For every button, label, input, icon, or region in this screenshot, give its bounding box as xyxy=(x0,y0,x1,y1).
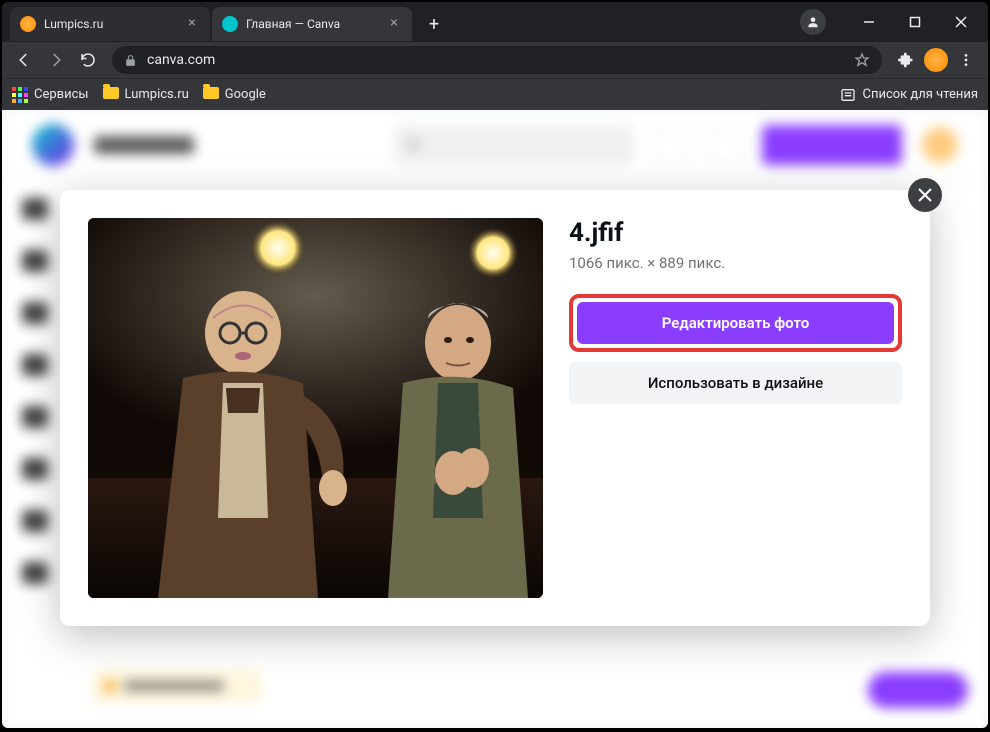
bookmark-label: Google xyxy=(225,87,266,102)
bookmark-label: Сервисы xyxy=(34,87,89,102)
address-bar: canva.com xyxy=(2,42,988,78)
profile-avatar[interactable] xyxy=(924,48,948,72)
extensions-button[interactable] xyxy=(892,46,920,74)
canva-logo xyxy=(32,124,74,166)
canva-upgrade-strip xyxy=(92,669,262,703)
favicon-lumpics xyxy=(20,16,36,32)
tab-title: Главная — Canva xyxy=(246,17,386,31)
modal-filename: 4.jfif xyxy=(569,218,902,248)
new-tab-button[interactable]: + xyxy=(420,10,448,38)
reading-list-label: Список для чтения xyxy=(862,87,978,102)
modal-preview-image xyxy=(88,218,543,598)
highlighted-button-frame: Редактировать фото xyxy=(569,294,902,352)
upload-preview-modal: 4.jfif 1066 пикс. × 889 пикс. Редактиров… xyxy=(60,190,930,626)
browser-tab-lumpics[interactable]: Lumpics.ru × xyxy=(10,7,210,41)
tab-title: Lumpics.ru xyxy=(44,17,184,31)
modal-dimensions: 1066 пикс. × 889 пикс. xyxy=(569,254,902,272)
bookmark-google[interactable]: Google xyxy=(203,87,266,103)
account-badge-icon[interactable] xyxy=(800,9,826,35)
canva-avatar xyxy=(922,127,958,163)
browser-tab-canva[interactable]: Главная — Canva × xyxy=(212,7,412,41)
favicon-canva xyxy=(222,16,238,32)
back-button[interactable] xyxy=(10,46,38,74)
canva-search xyxy=(394,125,634,165)
url-text: canva.com xyxy=(147,52,854,68)
canva-nav-item xyxy=(94,136,194,154)
maximize-button[interactable] xyxy=(892,6,938,38)
canva-icon-button xyxy=(654,128,688,162)
edit-photo-button[interactable]: Редактировать фото xyxy=(577,302,894,344)
apps-grid-icon xyxy=(12,87,28,103)
forward-button[interactable] xyxy=(42,46,70,74)
browser-menu-button[interactable] xyxy=(952,46,980,74)
bookmark-services[interactable]: Сервисы xyxy=(12,87,89,103)
use-in-design-button[interactable]: Использовать в дизайне xyxy=(569,362,902,404)
lock-icon xyxy=(124,54,137,67)
reading-list-icon xyxy=(840,87,856,103)
reload-button[interactable] xyxy=(74,46,102,74)
reading-list-button[interactable]: Список для чтения xyxy=(840,87,978,103)
bookmarks-bar: Сервисы Lumpics.ru Google Список для чте… xyxy=(2,78,988,110)
titlebar: Lumpics.ru × Главная — Canva × + xyxy=(2,2,988,42)
modal-close-button[interactable] xyxy=(908,178,942,212)
canva-icon-button xyxy=(708,128,742,162)
canva-create-button xyxy=(762,125,902,165)
close-window-button[interactable] xyxy=(938,6,984,38)
folder-icon xyxy=(203,87,219,99)
search-icon xyxy=(406,137,422,153)
canva-help-button xyxy=(868,672,968,708)
close-icon[interactable]: × xyxy=(184,16,200,32)
close-icon[interactable]: × xyxy=(386,16,402,32)
omnibox[interactable]: canva.com xyxy=(112,46,882,74)
bookmark-label: Lumpics.ru xyxy=(125,87,189,102)
bookmark-lumpics[interactable]: Lumpics.ru xyxy=(103,87,189,103)
bookmark-star-icon[interactable] xyxy=(854,52,870,68)
folder-icon xyxy=(103,87,119,99)
close-icon xyxy=(918,188,932,202)
minimize-button[interactable] xyxy=(846,6,892,38)
